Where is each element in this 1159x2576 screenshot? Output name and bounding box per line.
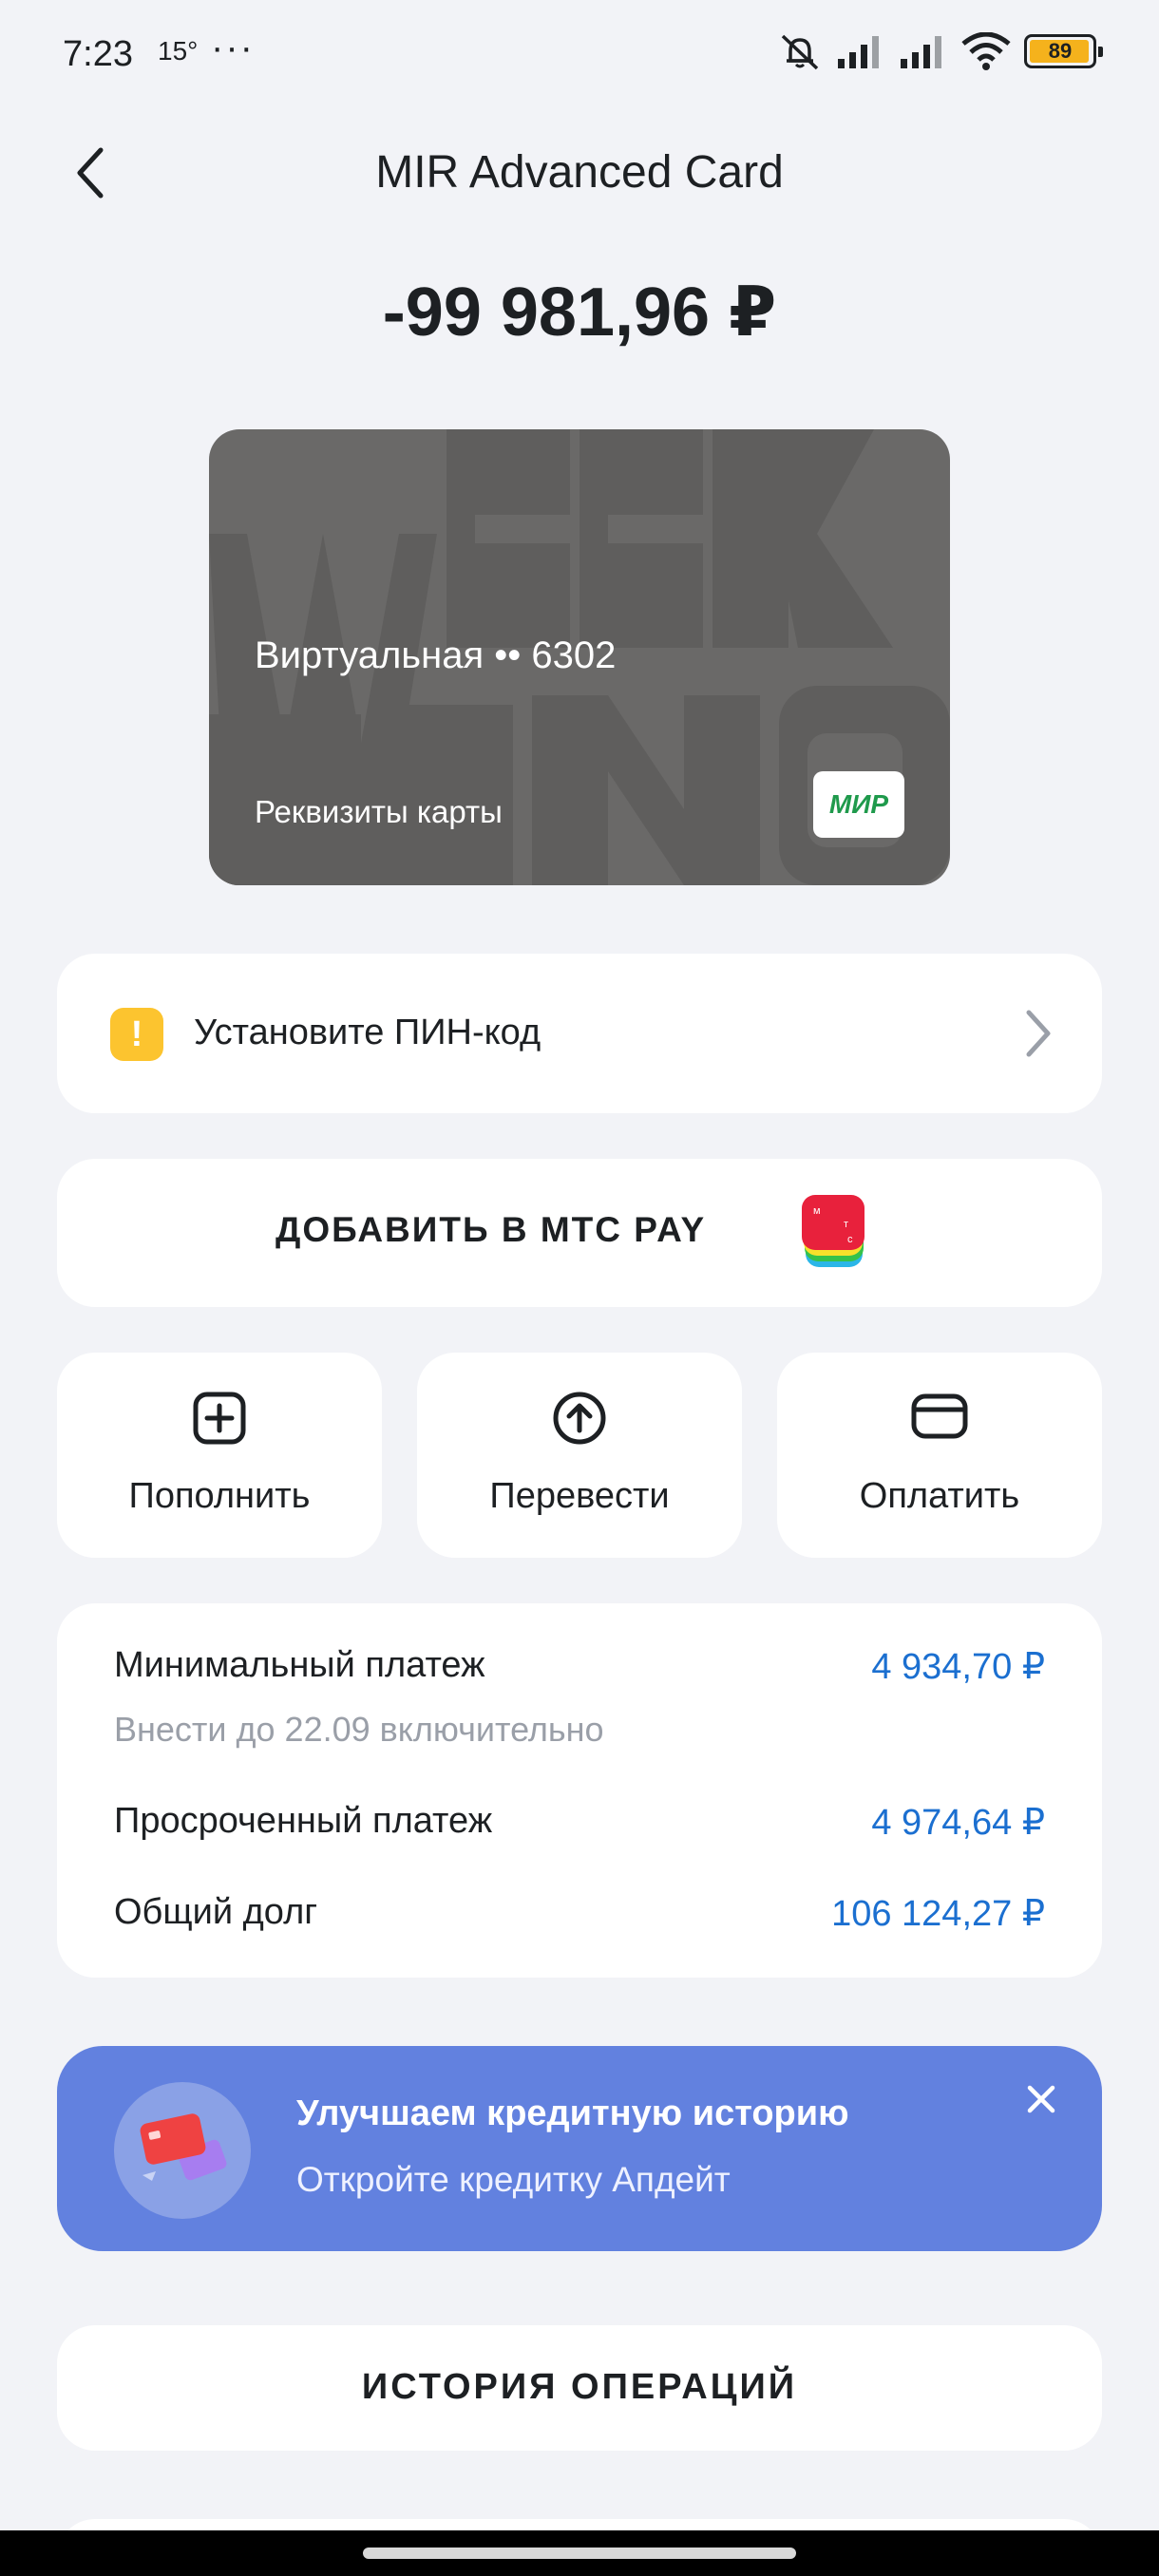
operations-history-button[interactable]: ИСТОРИЯ ОПЕРАЦИЙ xyxy=(57,2325,1102,2451)
min-payment-label: Минимальный платеж xyxy=(114,1645,485,1685)
plus-square-icon xyxy=(193,1392,246,1445)
status-bar: 7:23 15° ··· 89 xyxy=(0,0,1159,104)
promo-subtitle: Откройте кредитку Апдейт xyxy=(296,2160,731,2199)
bank-card[interactable]: Виртуальная •• 6302 Реквизиты карты МИР xyxy=(209,429,950,885)
promo-title: Улучшаем кредитную историю xyxy=(296,2093,849,2133)
close-icon[interactable] xyxy=(1022,2080,1060,2118)
svg-text:с: с xyxy=(847,1234,853,1245)
battery-level: 89 xyxy=(1048,39,1073,63)
min-payment-note: Внести до 22.09 включительно xyxy=(114,1710,604,1749)
overdue-payment-value: 4 974,64 ₽ xyxy=(871,1803,1045,1843)
status-time: 7:23 xyxy=(63,34,133,74)
wifi-icon xyxy=(961,32,1011,70)
signal-icon xyxy=(838,36,879,68)
status-more: ··· xyxy=(211,27,255,68)
page-title: MIR Advanced Card xyxy=(375,147,784,198)
svg-text:т: т xyxy=(844,1219,848,1230)
mts-pay-icon: м т с xyxy=(802,1195,864,1267)
card-balance: -99 981,96 ₽ xyxy=(382,275,777,350)
card-details-link[interactable]: Реквизиты карты xyxy=(255,794,503,830)
credit-history-promo[interactable]: Улучшаем кредитную историю Откройте кред… xyxy=(57,2046,1102,2251)
pay-label: Оплатить xyxy=(859,1476,1020,1516)
top-up-label: Пополнить xyxy=(128,1476,311,1516)
system-navigation-bar xyxy=(0,2530,1159,2576)
warning-icon: ! xyxy=(110,1008,163,1061)
min-payment-value: 4 934,70 ₽ xyxy=(871,1647,1045,1687)
status-temperature: 15° xyxy=(158,36,199,66)
set-pin-label: Установите ПИН-код xyxy=(194,1013,542,1052)
mir-logo-text: МИР xyxy=(828,789,889,819)
signal-icon xyxy=(901,36,941,68)
total-debt-value: 106 124,27 ₽ xyxy=(831,1894,1045,1934)
card-name: Виртуальная •• 6302 xyxy=(255,635,617,676)
wallet-icon xyxy=(911,1393,968,1439)
battery-icon: 89 xyxy=(1024,34,1103,68)
home-gesture-handle[interactable] xyxy=(363,2548,796,2559)
transfer-label: Перевести xyxy=(489,1476,670,1516)
top-up-button[interactable]: Пополнить xyxy=(57,1353,382,1558)
back-button[interactable] xyxy=(74,142,131,203)
credit-card-illustration-icon xyxy=(114,2082,251,2219)
mir-logo: МИР xyxy=(813,771,904,838)
add-to-mts-pay-button[interactable]: ДОБАВИТЬ В МТС PAY м т с xyxy=(57,1159,1102,1307)
pay-button[interactable]: Оплатить xyxy=(777,1353,1102,1558)
status-icons: 89 xyxy=(777,32,1103,70)
chevron-left-icon xyxy=(77,147,104,199)
transfer-button[interactable]: Перевести xyxy=(417,1353,742,1558)
arrow-up-circle-icon xyxy=(553,1392,606,1445)
mts-pay-label: ДОБАВИТЬ В МТС PAY xyxy=(276,1210,707,1249)
svg-text:м: м xyxy=(813,1205,821,1217)
set-pin-prompt[interactable]: ! Установите ПИН-код xyxy=(57,954,1102,1113)
mute-icon xyxy=(781,34,819,70)
chevron-right-icon xyxy=(1026,1010,1051,1057)
overdue-payment-label: Просроченный платеж xyxy=(114,1801,493,1841)
total-debt-label: Общий долг xyxy=(114,1892,318,1932)
operations-history-label: ИСТОРИЯ ОПЕРАЦИЙ xyxy=(361,2367,798,2407)
debt-summary: Минимальный платеж 4 934,70 ₽ Внести до … xyxy=(57,1603,1102,1978)
